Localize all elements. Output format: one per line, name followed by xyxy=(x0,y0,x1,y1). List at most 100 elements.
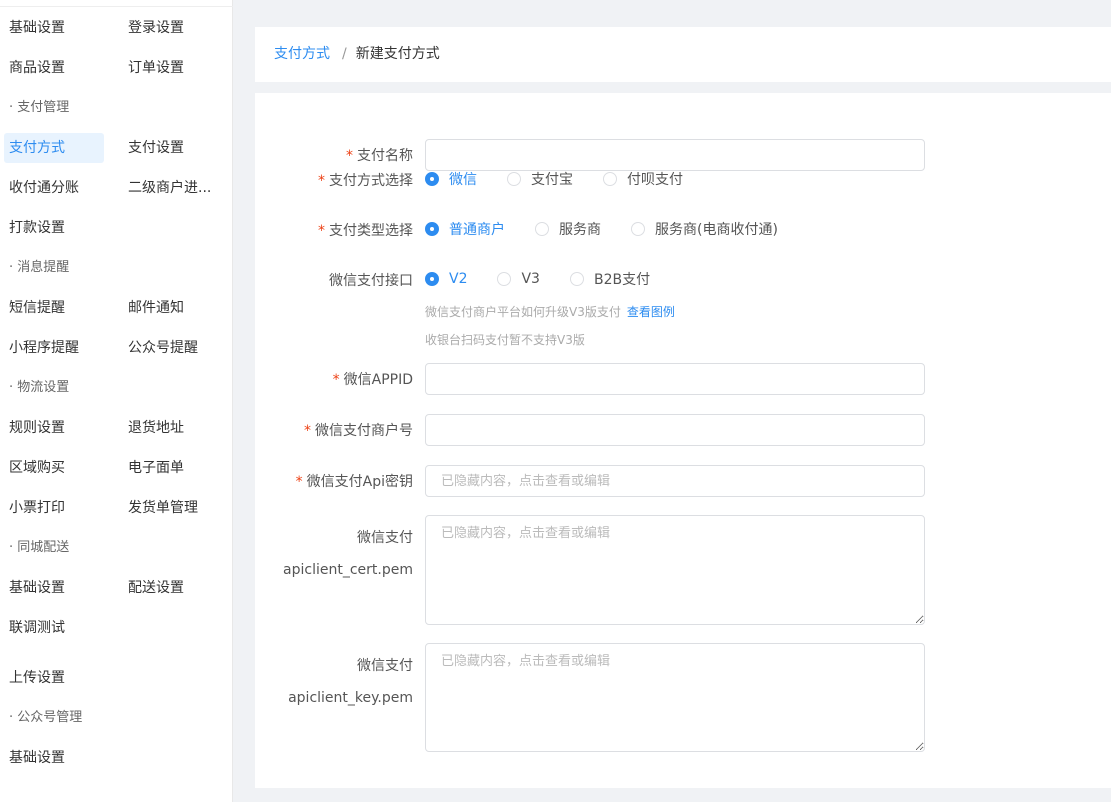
radio-dot-icon xyxy=(497,272,512,286)
breadcrumb: 支付方式 / 新建支付方式 xyxy=(274,45,440,63)
required-mark: * xyxy=(318,173,325,189)
sidebar-row: 收付通分账 二级商户进... xyxy=(0,173,233,203)
wx-api-radio-option[interactable]: B2B支付 xyxy=(569,269,651,289)
sidebar-item[interactable]: 电子面单 xyxy=(128,453,184,483)
sidebar-row: 联调测试 xyxy=(0,613,233,643)
sidebar-item[interactable]: 上传设置 xyxy=(9,663,65,693)
sidebar-group-title: · 同城配送 xyxy=(9,540,70,555)
sidebar-item[interactable]: 规则设置 xyxy=(9,413,65,443)
payment-form: * 支付名称 * 支付方式选择 微信 支付宝 付呗支付 * 支付类型选择 普通商户 服务商 服… xyxy=(255,93,1111,788)
mch-id-input[interactable] xyxy=(425,414,925,446)
sidebar-item[interactable]: 公众号提醒 xyxy=(128,333,198,363)
upgrade-hint: 微信支付商户平台如何升级V3版支付 查看图例 xyxy=(425,305,675,319)
sidebar-item[interactable]: 基础设置 xyxy=(9,13,65,43)
sidebar-item[interactable]: 退货地址 xyxy=(128,413,184,443)
appid-input[interactable] xyxy=(425,363,925,395)
sidebar-row: 商品设置 订单设置 xyxy=(0,53,233,83)
radio-label: 普通商户 xyxy=(449,222,505,238)
view-example-link[interactable]: 查看图例 xyxy=(627,305,675,319)
sidebar-item[interactable]: 支付设置 xyxy=(128,133,184,163)
pay-name-input[interactable] xyxy=(425,139,925,171)
required-mark: * xyxy=(295,474,303,490)
required-mark: * xyxy=(332,372,340,388)
sidebar-group-title: · 物流设置 xyxy=(9,380,70,395)
sidebar-row: 支付方式 支付设置 xyxy=(0,133,233,163)
required-mark: * xyxy=(318,223,325,239)
sidebar-item[interactable]: 配送设置 xyxy=(128,573,184,603)
sidebar-item[interactable]: 短信提醒 xyxy=(9,293,65,323)
sidebar-group-title: · 公众号管理 xyxy=(9,710,83,725)
sidebar-item[interactable]: 基础设置 xyxy=(9,743,65,773)
breadcrumb-current: 新建支付方式 xyxy=(355,46,440,62)
radio-label: 支付宝 xyxy=(531,172,573,188)
wx-api-radio-option[interactable]: V2 xyxy=(425,269,467,289)
breadcrumb-link-pay-methods[interactable]: 支付方式 xyxy=(274,46,330,62)
pay-method-radio-option[interactable]: 微信 xyxy=(425,169,477,189)
sidebar-divider xyxy=(0,6,233,7)
sidebar-item[interactable]: 发货单管理 xyxy=(128,493,198,523)
radio-label: V3 xyxy=(521,271,540,287)
breadcrumb-card: 支付方式 / 新建支付方式 xyxy=(255,27,1111,82)
sidebar-row: 规则设置 退货地址 xyxy=(0,413,233,443)
v3-unsupported-hint: 收银台扫码支付暂不支持V3版 xyxy=(425,333,585,347)
sidebar-item[interactable]: 区域购买 xyxy=(9,453,65,483)
sidebar-item[interactable]: 商品设置 xyxy=(9,53,65,83)
sidebar-row: 短信提醒 邮件通知 xyxy=(0,293,233,323)
sidebar-row: 区域购买 电子面单 xyxy=(0,453,233,483)
pay-method-radio-group: 微信 支付宝 付呗支付 xyxy=(425,169,683,189)
radio-label: V2 xyxy=(449,271,468,287)
wx-api-radio-group: V2 V3 B2B支付 xyxy=(425,269,650,289)
radio-dot-icon xyxy=(425,172,439,186)
sidebar-item[interactable]: 订单设置 xyxy=(128,53,184,83)
radio-label: 服务商 xyxy=(559,222,601,238)
wx-api-label: 微信支付接口 xyxy=(329,273,413,289)
pay-type-label: * 支付类型选择 xyxy=(318,223,413,239)
sidebar-row: 基础设置 xyxy=(0,743,233,773)
sidebar-item[interactable]: 登录设置 xyxy=(128,13,184,43)
pay-method-radio-option[interactable]: 付呗支付 xyxy=(603,169,683,189)
wx-api-radio-option[interactable]: V3 xyxy=(497,269,540,289)
pay-type-radio-group: 普通商户 服务商 服务商(电商收付通) xyxy=(425,219,778,239)
sidebar-item[interactable]: 打款设置 xyxy=(9,213,65,243)
pay-type-radio-option[interactable]: 服务商 xyxy=(535,219,601,239)
sidebar-group-title: · 消息提醒 xyxy=(9,260,70,275)
pay-type-radio-option[interactable]: 普通商户 xyxy=(425,219,505,239)
sidebar-item[interactable]: 邮件通知 xyxy=(128,293,184,323)
sidebar-row: 小程序提醒 公众号提醒 xyxy=(0,333,233,363)
sidebar-item[interactable]: 基础设置 xyxy=(9,573,65,603)
sidebar-group-title: · 支付管理 xyxy=(9,100,70,115)
key-textarea[interactable] xyxy=(425,643,925,752)
pay-method-radio-option[interactable]: 支付宝 xyxy=(507,169,573,189)
pay-type-radio-option[interactable]: 服务商(电商收付通) xyxy=(631,219,778,239)
sidebar-row: 基础设置 登录设置 xyxy=(0,13,233,43)
sidebar-row: 小票打印 发货单管理 xyxy=(0,493,233,523)
radio-label: 微信 xyxy=(449,172,477,188)
sidebar-item[interactable]: 联调测试 xyxy=(9,613,65,643)
sidebar-row: 上传设置 xyxy=(0,663,233,693)
radio-dot-icon xyxy=(535,222,549,236)
pay-method-label: * 支付方式选择 xyxy=(318,173,413,189)
required-mark: * xyxy=(304,423,311,439)
sidebar-item[interactable]: 支付方式 xyxy=(4,133,104,163)
cert-textarea[interactable] xyxy=(425,515,925,625)
sidebar-item[interactable]: 二级商户进... xyxy=(128,173,211,203)
breadcrumb-separator: / xyxy=(342,46,347,62)
radio-label: B2B支付 xyxy=(593,272,651,288)
sidebar-row: 打款设置 xyxy=(0,213,233,243)
sidebar-row: 基础设置 配送设置 xyxy=(0,573,233,603)
cert-label: 微信支付 apiclient_cert.pem xyxy=(283,530,413,578)
sidebar-item[interactable]: 小程序提醒 xyxy=(9,333,79,363)
radio-dot-icon xyxy=(603,172,617,186)
pay-name-label: * 支付名称 xyxy=(346,148,413,164)
radio-dot-icon xyxy=(425,272,439,286)
radio-dot-icon xyxy=(425,222,439,236)
api-key-input[interactable] xyxy=(425,465,925,497)
mch-id-label: * 微信支付商户号 xyxy=(304,423,413,439)
required-mark: * xyxy=(346,148,353,164)
sidebar-item[interactable]: 小票打印 xyxy=(9,493,65,523)
sidebar-item[interactable]: 收付通分账 xyxy=(9,173,79,203)
api-key-label: * 微信支付Api密钥 xyxy=(295,474,413,490)
radio-dot-icon xyxy=(569,272,584,286)
radio-dot-icon xyxy=(631,222,645,236)
appid-label: * 微信APPID xyxy=(332,372,413,388)
